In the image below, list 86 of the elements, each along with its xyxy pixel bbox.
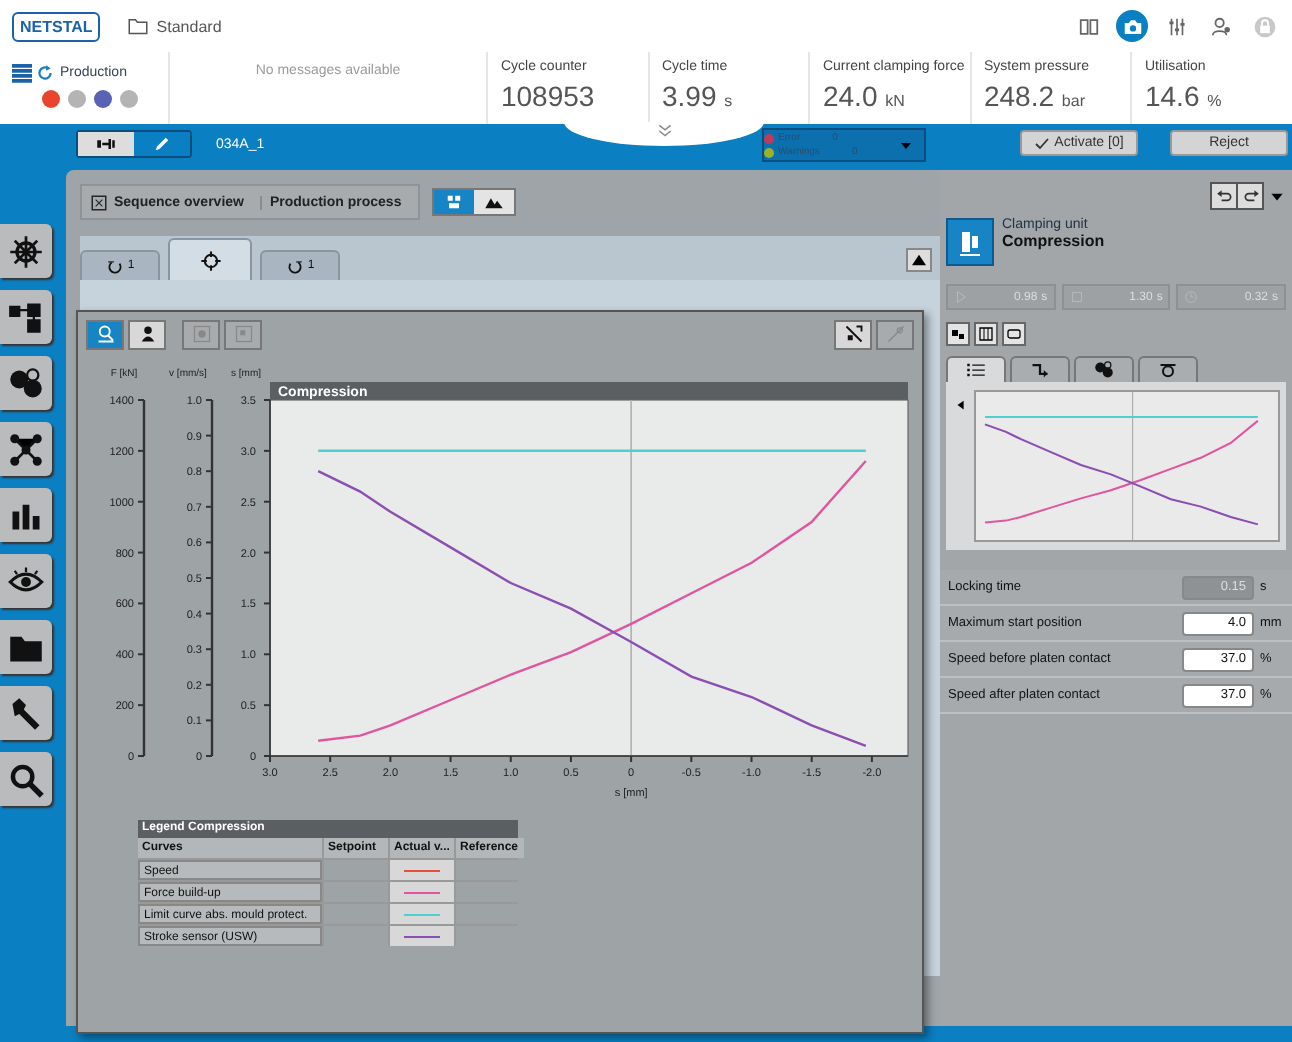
- square-icon: [1069, 290, 1084, 304]
- circles-icon: [1094, 360, 1114, 380]
- sidebar-button[interactable]: [0, 224, 52, 278]
- redo-button[interactable]: [1236, 184, 1262, 208]
- squares-icon: [8, 299, 44, 335]
- scroll-up-button[interactable]: [906, 248, 932, 272]
- screen-icon: [1006, 326, 1022, 342]
- metric-value: 24.0 kN: [822, 80, 907, 112]
- wrench-icon: [8, 695, 44, 731]
- metric-value: 3.99 s: [661, 80, 735, 112]
- rotate-left-icon: [105, 257, 124, 275]
- stack-icon: [12, 64, 32, 84]
- chevron-icon: [655, 122, 673, 140]
- list-icon: [966, 360, 986, 380]
- redo-icon: [1241, 187, 1259, 205]
- table-cell: [456, 904, 524, 924]
- metric-value: 108953: [500, 80, 597, 112]
- view-button[interactable]: [946, 322, 970, 346]
- clock-icon: [1184, 290, 1199, 304]
- sidebar-button[interactable]: [0, 686, 52, 740]
- cursor-icon: [843, 324, 863, 344]
- zoom-icon: [95, 324, 115, 344]
- step-icon: [1030, 360, 1050, 380]
- user-icon: [1209, 15, 1231, 37]
- sidebar-button[interactable]: [0, 422, 52, 476]
- block-icon: [950, 326, 966, 342]
- panel-tab[interactable]: [1138, 356, 1198, 382]
- logo: NETSTAL: [12, 11, 101, 41]
- folder-icon: [128, 16, 149, 36]
- sidebar-button[interactable]: [0, 620, 52, 674]
- sliders-icon: [1165, 15, 1187, 37]
- paste-icon: [233, 324, 253, 344]
- process-tab[interactable]: [168, 238, 252, 280]
- table-cell: [324, 904, 388, 924]
- table-cell: [324, 860, 388, 880]
- clamping-unit-icon: [954, 226, 986, 258]
- panel-tab[interactable]: [1074, 356, 1134, 382]
- person-icon: [137, 324, 157, 344]
- toolbar-button[interactable]: [1116, 10, 1148, 42]
- rotate-right-icon: [285, 257, 304, 275]
- sidebar-button[interactable]: [0, 356, 52, 410]
- sequence-icon: [90, 193, 108, 211]
- lock-icon: [1253, 15, 1275, 37]
- undo-icon: [1215, 187, 1233, 205]
- sidebar-button[interactable]: [0, 554, 52, 608]
- chart-tool-button[interactable]: [834, 319, 872, 349]
- mold-icon: [443, 192, 464, 212]
- thumbnail-chart[interactable]: [974, 390, 1280, 542]
- view-toggle[interactable]: [433, 190, 474, 214]
- network-icon: [8, 431, 44, 467]
- chart-tool-button[interactable]: [128, 319, 166, 349]
- view-button[interactable]: [974, 322, 998, 346]
- table-cell: [456, 860, 524, 880]
- columns-icon: [978, 326, 994, 342]
- crosshair-icon: [199, 249, 221, 271]
- pen-icon: [152, 134, 172, 154]
- sidebar-button[interactable]: [0, 290, 52, 344]
- machine-icon: [96, 134, 116, 154]
- metric-value: 14.6 %: [1144, 80, 1224, 112]
- check-icon: [1034, 135, 1051, 151]
- table-cell: [456, 882, 524, 902]
- play-icon: [954, 290, 968, 304]
- copy-icon: [191, 324, 211, 344]
- table-cell: [324, 882, 388, 902]
- left-arrow-icon: [953, 398, 967, 412]
- table-cell: [324, 926, 388, 946]
- profile-name: Standard: [156, 17, 222, 35]
- up-arrow-icon: [912, 254, 926, 266]
- wheel-icon: [8, 233, 44, 269]
- view-toggle[interactable]: [473, 190, 514, 214]
- sidebar-button[interactable]: [0, 488, 52, 542]
- panel-tab[interactable]: [946, 356, 1006, 382]
- panel-tab[interactable]: [1010, 356, 1070, 382]
- refresh-icon: [36, 64, 54, 82]
- camera-icon: [1121, 15, 1143, 37]
- mode-toggle[interactable]: [78, 132, 134, 156]
- valve-icon: [1158, 360, 1178, 380]
- metric-value: 248.2 bar: [983, 80, 1087, 112]
- eraser-icon: [885, 324, 905, 344]
- caret-icon: [898, 137, 914, 153]
- search-icon: [8, 761, 44, 797]
- unit-name: Compression: [1002, 232, 1105, 250]
- view-button[interactable]: [1002, 322, 1026, 346]
- circles-icon: [8, 365, 44, 401]
- book-icon: [1077, 15, 1099, 37]
- sidebar-button[interactable]: [0, 752, 52, 806]
